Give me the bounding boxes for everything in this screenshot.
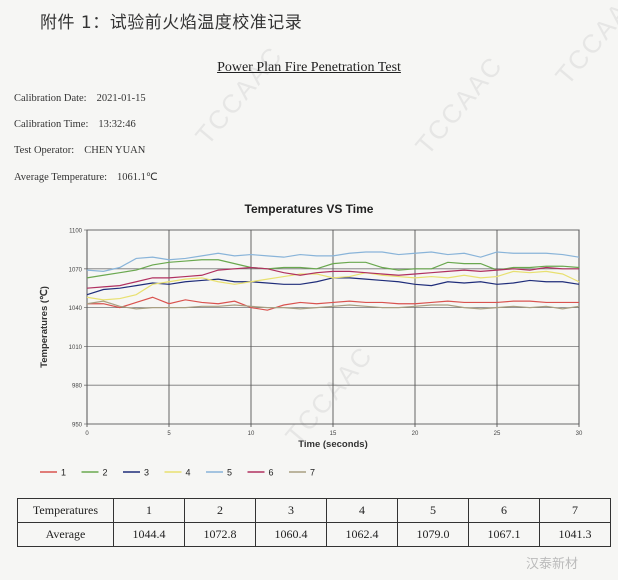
legend-label: 3 xyxy=(144,468,149,478)
footer-watermark: 汉泰新材 xyxy=(525,557,578,572)
chart-title: Temperatures VS Time xyxy=(245,202,374,216)
meta-value: CHEN YUAN xyxy=(84,145,146,156)
legend-item: 3 xyxy=(123,468,149,478)
y-tick-label: 1040 xyxy=(69,306,83,312)
averages-table: Temperatures 1234567 Average 1044.4 1072.… xyxy=(17,498,611,547)
y-axis-label: Temperatures (℃) xyxy=(39,286,50,368)
legend-label: 7 xyxy=(310,468,315,478)
column-header: 2 xyxy=(184,498,256,523)
table-header-row: Temperatures 1234567 xyxy=(17,498,611,523)
legend-item: 1 xyxy=(40,468,66,478)
y-tick-label: 1010 xyxy=(69,345,83,351)
y-tick-label: 950 xyxy=(72,423,83,429)
column-header: 5 xyxy=(397,498,469,523)
average-cell: 1072.8 xyxy=(184,522,256,547)
y-tick-label: 1070 xyxy=(69,267,83,273)
average-cell: 1067.1 xyxy=(468,522,540,547)
x-tick-label: 0 xyxy=(85,431,89,437)
column-header: 6 xyxy=(468,498,540,523)
column-header: 7 xyxy=(539,498,611,523)
watermark: TCCAAC xyxy=(189,39,289,151)
row-header: Average xyxy=(17,522,114,547)
test-operator: Test Operator: CHEN YUAN xyxy=(14,145,145,156)
x-tick-label: 10 xyxy=(248,431,255,437)
meta-label: Average Temperature: xyxy=(14,172,108,183)
meta-label: Calibration Date: xyxy=(14,93,87,104)
temperature-chart: Temperatures VS Time Time (seconds) Temp… xyxy=(39,202,583,478)
report-title-text: Power Plan Fire Penetration Test xyxy=(217,60,401,75)
table-row: Average 1044.4 1072.8 1060.4 1062.4 1079.0 10… xyxy=(17,522,611,547)
average-cell: 1041.3 xyxy=(539,522,611,547)
column-header: 3 xyxy=(255,498,327,523)
legend-item: 6 xyxy=(247,468,274,478)
average-cell: 1062.4 xyxy=(326,522,398,547)
x-tick-label: 20 xyxy=(412,431,419,437)
calibration-date: Calibration Date: 2021-01-15 xyxy=(14,93,146,104)
y-tick-label: 980 xyxy=(72,384,83,390)
legend-item: 7 xyxy=(289,468,315,478)
legend-item: 2 xyxy=(81,468,108,478)
average-temperature: Average Temperature: 1061.1℃ xyxy=(14,171,158,183)
legend-item: 5 xyxy=(206,468,232,478)
legend-label: 4 xyxy=(186,468,191,478)
x-tick-label: 30 xyxy=(576,431,583,437)
average-cell: 1060.4 xyxy=(255,522,327,547)
average-cell: 1044.4 xyxy=(113,522,185,547)
meta-label: Calibration Time: xyxy=(14,119,89,130)
legend-item: 4 xyxy=(164,468,191,478)
meta-label: Test Operator: xyxy=(14,145,75,156)
watermark: TCCAAC xyxy=(549,0,618,91)
average-cell: 1079.0 xyxy=(397,522,469,547)
meta-value: 2021-01-15 xyxy=(96,93,146,104)
x-axis-label: Time (seconds) xyxy=(298,439,368,450)
report-title: Power Plan Fire Penetration Test xyxy=(0,60,618,76)
column-header: 4 xyxy=(326,498,398,523)
calibration-time: Calibration Time: 13:32:46 xyxy=(14,119,136,130)
legend-label: 5 xyxy=(227,468,232,478)
y-tick-label: 1100 xyxy=(69,229,83,235)
document-heading: 附件 1：试验前火焰温度校准记录 xyxy=(40,13,303,33)
row-header: Temperatures xyxy=(17,498,114,523)
legend-label: 1 xyxy=(61,468,66,478)
meta-value: 13:32:46 xyxy=(98,119,136,130)
x-tick-label: 15 xyxy=(330,431,337,437)
column-header: 1 xyxy=(113,498,185,523)
meta-value: 1061.1℃ xyxy=(117,172,158,183)
legend-label: 2 xyxy=(103,468,108,478)
legend-label: 6 xyxy=(269,468,274,478)
x-tick-label: 5 xyxy=(167,431,171,437)
x-tick-label: 25 xyxy=(494,431,501,437)
